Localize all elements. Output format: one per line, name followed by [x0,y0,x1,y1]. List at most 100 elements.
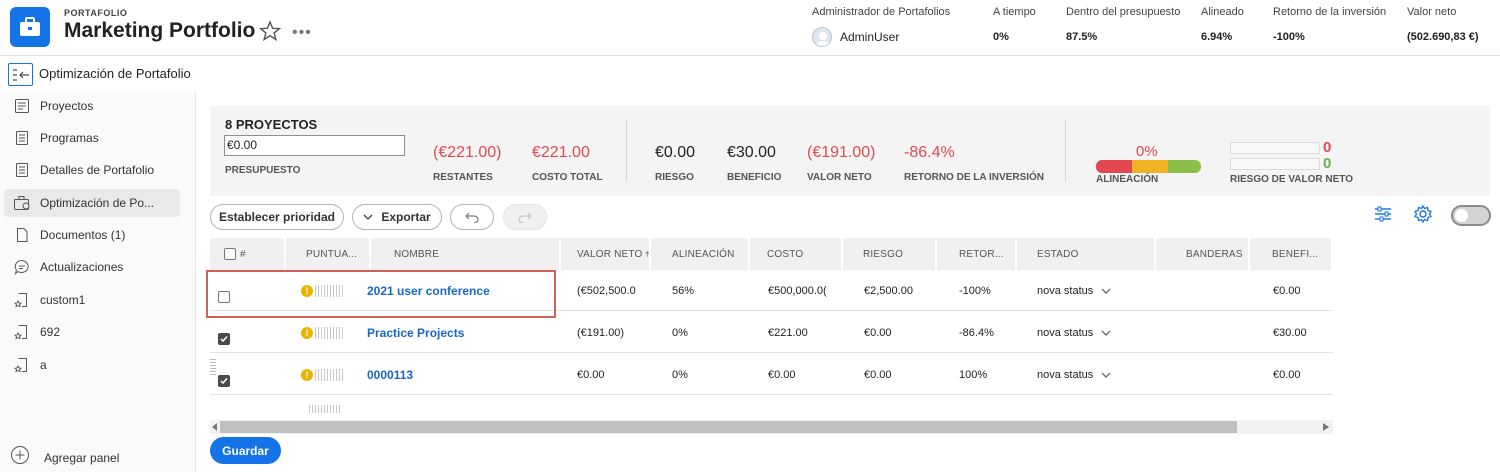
remaining-value: (€221.00) [433,144,502,161]
view-toggle[interactable] [1451,205,1491,226]
metric-value-on-budget: 87.5% [1066,31,1098,43]
status-dropdown[interactable]: nova status [1037,312,1111,353]
custom-page-icon [12,290,32,310]
divider [626,120,627,182]
net-value-cell: €0.00 [577,368,605,381]
summary-panel: 8 PROYECTOS €0.00 PRESUPUESTO (€221.00) … [210,106,1490,196]
total-cost-value: €221.00 [532,144,590,161]
benefit-cell: €0.00 [1273,284,1301,297]
sidebar-item-a[interactable]: a [4,351,180,379]
header-benefit[interactable]: BENEFI... [1250,238,1333,270]
checkmark-icon [220,377,228,384]
object-type-label: PORTAFOLIO [64,8,128,18]
cost-cell: €0.00 [768,368,796,381]
document-icon [12,225,32,245]
page-title: Marketing Portfolio [64,19,256,42]
budget-input[interactable]: €0.00 [224,135,405,156]
custom-page-icon [12,355,32,375]
budget-label: PRESUPUESTO [225,165,301,176]
row-checkbox[interactable] [218,374,230,387]
header-alignment[interactable]: ALINEACIÓN [651,238,750,270]
row-checkbox[interactable] [218,332,230,345]
select-all-checkbox[interactable] [224,248,236,260]
header-select-all[interactable]: # [210,238,286,270]
sidebar-item-692[interactable]: 692 [4,318,180,346]
benefit-cell: €0.00 [1273,368,1301,381]
header-risk[interactable]: RIESGO [843,238,937,270]
sidebar-item-custom1[interactable]: custom1 [4,286,180,314]
sidebar-item-label: Proyectos [40,99,94,113]
benefit-label: BENEFICIO [727,172,782,183]
owner-name[interactable]: AdminUser [840,30,899,44]
sidebar-item-label: custom1 [40,293,86,307]
net-value-cell: (€191.00) [577,326,625,339]
projects-icon [12,96,32,116]
roi-label: RETORNO DE LA INVERSIÓN [904,172,1045,183]
projects-count: 8 PROYECTOS [225,117,318,132]
programs-icon [12,128,32,148]
sidebar-item-label: Programas [40,131,99,145]
chevron-down-icon [1101,372,1111,378]
header-score[interactable]: PUNTUA... [286,238,371,270]
header-roi[interactable]: RETOR... [937,238,1017,270]
metric-value-on-time: 0% [993,31,1009,43]
score-meter [309,405,341,413]
collapse-panel-button[interactable] [8,63,33,86]
metric-label-on-time: A tiempo [993,6,1036,18]
add-panel-button[interactable]: Agregar panel [10,445,119,470]
redo-button[interactable] [503,204,547,230]
save-button[interactable]: Guardar [210,437,281,464]
status-dropdown[interactable]: nova status [1037,354,1111,395]
status-value: nova status [1037,284,1094,297]
export-label: Exportar [381,210,431,224]
row-drag-handle[interactable] [210,357,216,375]
sidebar-item-projects[interactable]: Proyectos [4,92,180,120]
roi-cell: -86.4% [959,326,994,339]
page-header: PORTAFOLIO Marketing Portfolio ••• Admin… [0,0,1500,56]
sidebar-item-programs[interactable]: Programas [4,124,180,152]
sidebar-item-documents[interactable]: Documentos (1) [4,221,180,249]
header-name[interactable]: NOMBRE [371,238,561,270]
undo-icon [465,212,479,223]
table-row[interactable]: ! Practice Projects (€191.00) 0% €221.00… [210,312,1333,353]
chevron-down-icon [1101,288,1111,294]
alignment-cell: 0% [672,326,688,339]
table-row[interactable]: ! 0000113 €0.00 0% €0.00 €0.00 100% nova… [210,354,1333,395]
header-net-value[interactable]: VALOR NETO [561,238,651,270]
risk-cell: €0.00 [864,326,892,339]
collapse-left-icon [12,68,29,81]
sidebar-item-optimization[interactable]: Optimización de Po... [4,189,180,217]
set-priority-button[interactable]: Establecer prioridad [210,204,344,230]
alignment-cell: 0% [672,368,688,381]
undo-button[interactable] [450,204,494,230]
header-cost[interactable]: COSTO [750,238,843,270]
alignment-cell: 56% [672,284,695,297]
scroll-left-icon [212,423,217,431]
project-name-link[interactable]: 0000113 [367,354,413,395]
portfolio-briefcase-icon[interactable] [10,7,50,47]
metric-label-aligned: Alineado [1201,6,1244,18]
favorite-star-icon[interactable] [258,20,282,42]
export-button[interactable]: Exportar [352,204,442,230]
project-name-link[interactable]: Practice Projects [367,312,464,353]
sidebar-item-updates[interactable]: Actualizaciones [4,253,180,281]
sidebar-item-label: Documentos (1) [40,228,126,242]
header-status[interactable]: ESTADO [1017,238,1156,270]
optimization-icon [12,193,32,213]
scrollbar-thumb[interactable] [220,421,1237,433]
avatar[interactable] [812,27,832,47]
selection-highlight [206,270,556,318]
custom-page-icon [12,322,32,342]
horizontal-scrollbar[interactable] [210,420,1333,434]
header-flags[interactable]: BANDERAS [1156,238,1250,270]
cost-cell: €500,000.0( [768,284,827,297]
add-circle-icon [10,445,30,470]
risk-value: €0.00 [655,144,696,161]
filter-settings-icon[interactable] [1373,204,1393,229]
status-dropdown[interactable]: nova status [1037,270,1111,311]
gear-icon[interactable] [1413,204,1433,229]
metric-value-roi: -100% [1273,31,1305,43]
sidebar-item-details[interactable]: Detalles de Portafolio [4,156,180,184]
more-options-icon[interactable]: ••• [292,24,312,42]
roi-cell: -100% [959,284,991,297]
